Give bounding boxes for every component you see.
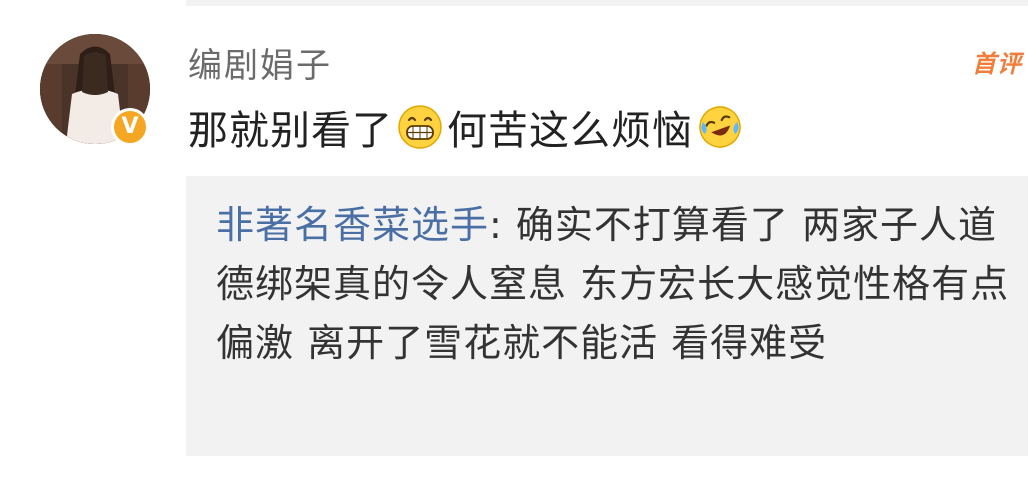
verified-badge-icon: V [111,108,149,146]
reply-username[interactable]: 非著名香菜选手 [216,203,489,247]
top-divider [186,0,1028,6]
comment-username[interactable]: 编剧娟子 [188,38,332,87]
reply-box[interactable]: 非著名香菜选手: 确实不打算看了 两家子人道德绑架真的令人窒息 东方宏长大感觉性… [186,176,1028,456]
first-comment-badge: 首评 [972,50,1022,78]
comment-text-part2: 何苦这么烦恼 [447,108,693,154]
comment-text-part1: 那就别看了 [188,108,393,154]
grinning-teeth-emoji-icon [397,104,443,150]
laugh-cry-emoji-icon [697,104,743,150]
comment-text: 那就别看了 何苦这么烦恼 [188,98,747,156]
reply-text: 非著名香菜选手: 确实不打算看了 两家子人道德绑架真的令人窒息 东方宏长大感觉性… [216,196,1016,373]
reply-separator: : [489,203,516,247]
